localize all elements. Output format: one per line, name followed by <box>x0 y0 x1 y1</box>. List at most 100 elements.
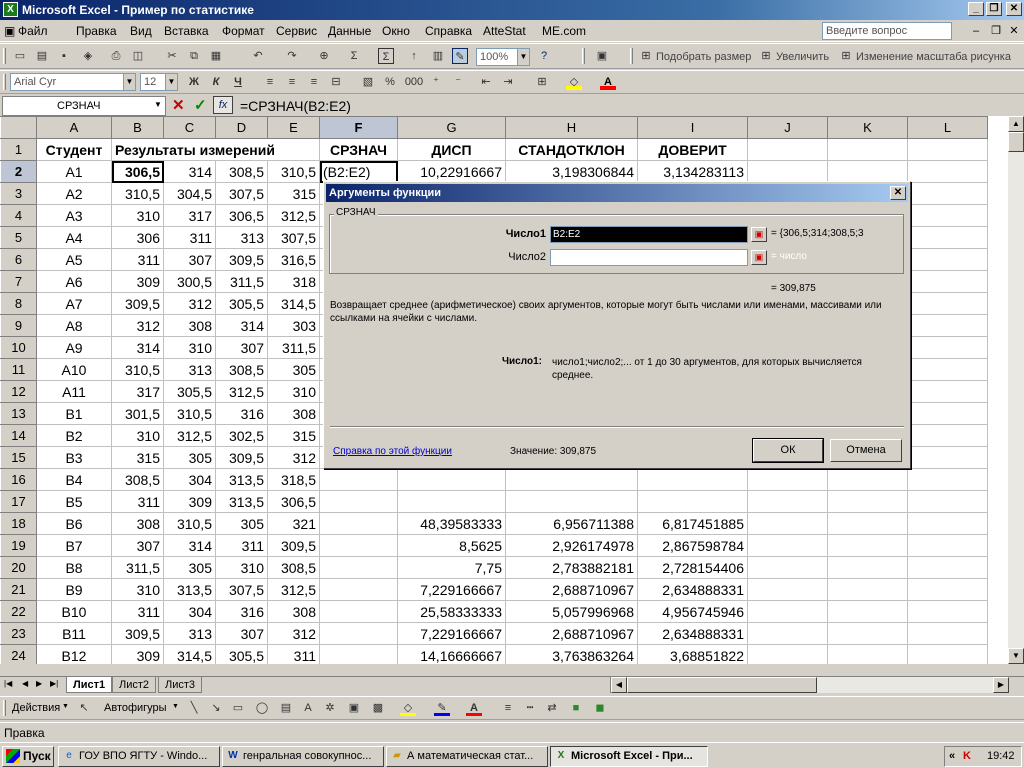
cell[interactable]: A2 <box>36 182 112 205</box>
cell[interactable]: 305,5 <box>215 292 268 315</box>
cut-icon[interactable]: ✂ <box>164 48 180 64</box>
minimize-button[interactable]: _ <box>968 2 984 16</box>
cell[interactable] <box>747 578 828 601</box>
column-header[interactable]: H <box>505 116 638 139</box>
cell[interactable]: 305 <box>267 358 320 381</box>
row-header[interactable]: 18 <box>0 512 37 535</box>
scale-icon[interactable]: ⊞ <box>838 48 854 64</box>
cell[interactable] <box>747 534 828 557</box>
scroll-thumb[interactable] <box>1008 132 1024 152</box>
cell[interactable]: (B2:E2) <box>319 160 398 183</box>
scroll-up-icon[interactable]: ▲ <box>1008 116 1024 132</box>
row-header[interactable]: 19 <box>0 534 37 557</box>
cell[interactable]: A4 <box>36 226 112 249</box>
next-sheet-icon[interactable]: ▶ <box>36 679 42 688</box>
menu-view[interactable]: Вид <box>130 24 152 38</box>
cell[interactable]: 312 <box>267 446 320 469</box>
decrease-decimal-icon[interactable]: ⁻ <box>450 74 466 90</box>
name-box[interactable]: СРЗНАЧ <box>2 96 166 116</box>
cell[interactable]: Результаты измерений <box>111 138 320 161</box>
cell[interactable] <box>827 556 908 579</box>
cell[interactable]: 309,5 <box>111 292 164 315</box>
cell[interactable]: 300,5 <box>163 270 216 293</box>
column-header[interactable]: J <box>747 116 828 139</box>
cell[interactable] <box>319 622 398 645</box>
cell[interactable]: 7,75 <box>397 556 506 579</box>
row-header[interactable]: 5 <box>0 226 37 249</box>
cell[interactable] <box>319 644 398 664</box>
cell[interactable] <box>907 468 988 491</box>
cell[interactable] <box>747 600 828 623</box>
workbook-close-button[interactable]: ✕ <box>1006 23 1022 39</box>
row-header[interactable]: 13 <box>0 402 37 425</box>
column-header[interactable]: G <box>397 116 506 139</box>
redo-icon[interactable]: ↷ <box>284 48 300 64</box>
column-header[interactable]: I <box>637 116 748 139</box>
close-button[interactable]: ✕ <box>1006 2 1022 16</box>
cell[interactable]: 311 <box>111 490 164 513</box>
cell[interactable]: 311,5 <box>111 556 164 579</box>
cell[interactable]: 6,956711388 <box>505 512 638 535</box>
taskbar-item-word[interactable]: W генральная совокупнос... <box>222 746 384 767</box>
cell[interactable]: 311 <box>267 644 320 664</box>
cell[interactable]: 316 <box>215 600 268 623</box>
menu-help[interactable]: Справка <box>425 24 472 38</box>
cell[interactable] <box>505 490 638 513</box>
cell[interactable]: A7 <box>36 292 112 315</box>
cell[interactable]: 310,5 <box>111 358 164 381</box>
picture-icon[interactable]: ▣ <box>594 48 610 64</box>
row-header[interactable]: 20 <box>0 556 37 579</box>
cell[interactable]: 311 <box>163 226 216 249</box>
cell[interactable] <box>827 600 908 623</box>
row-header[interactable]: 6 <box>0 248 37 271</box>
new-icon[interactable]: ▭ <box>12 48 28 64</box>
cell[interactable]: 2,634888331 <box>637 622 748 645</box>
cell[interactable] <box>747 490 828 513</box>
cell[interactable] <box>397 490 506 513</box>
cell[interactable]: 305,5 <box>163 380 216 403</box>
oval-icon[interactable]: ◯ <box>254 700 270 716</box>
zoom-combo[interactable]: 100% ▼ <box>476 48 530 66</box>
cancel-formula-icon[interactable]: ✕ <box>172 96 185 114</box>
cell[interactable] <box>907 226 988 249</box>
permission-icon[interactable]: ◈ <box>80 48 96 64</box>
cell[interactable]: 314,5 <box>267 292 320 315</box>
autoshapes-menu[interactable]: Автофигуры <box>104 702 167 714</box>
toolbar-grip[interactable] <box>630 48 633 64</box>
bold-button[interactable]: Ж <box>186 74 202 90</box>
line-color-icon[interactable]: ✎ <box>434 700 450 716</box>
cell[interactable] <box>637 468 748 491</box>
workbook-minimize-button[interactable]: – <box>968 23 984 39</box>
cell[interactable]: 305,5 <box>215 644 268 664</box>
cell[interactable] <box>827 138 908 161</box>
cell[interactable]: 307 <box>215 622 268 645</box>
workbook-restore-button[interactable]: ❐ <box>988 23 1004 39</box>
cell[interactable]: 307,5 <box>215 578 268 601</box>
cell[interactable]: 314 <box>163 160 216 183</box>
row-header[interactable]: 9 <box>0 314 37 337</box>
cell[interactable]: 14,16666667 <box>397 644 506 664</box>
fill-color-icon[interactable]: ◇ <box>566 74 582 90</box>
cell[interactable]: 314 <box>111 336 164 359</box>
cell[interactable]: 308 <box>267 402 320 425</box>
cell[interactable]: СРЗНАЧ <box>319 138 398 161</box>
cancel-button[interactable]: Отмена <box>830 439 902 462</box>
menu-file[interactable]: Файл <box>18 24 48 38</box>
cell[interactable]: B1 <box>36 402 112 425</box>
align-center-icon[interactable]: ≡ <box>284 74 300 90</box>
arrow-style-icon[interactable]: ⇄ <box>544 700 560 716</box>
cell[interactable] <box>907 270 988 293</box>
cell[interactable]: 321 <box>267 512 320 535</box>
cell[interactable] <box>907 446 988 469</box>
cell[interactable] <box>907 380 988 403</box>
paste-icon[interactable]: ▦ <box>208 48 224 64</box>
cell[interactable] <box>827 160 908 183</box>
row-header[interactable]: 1 <box>0 138 37 161</box>
menu-format[interactable]: Формат <box>222 24 265 38</box>
cell[interactable] <box>319 556 398 579</box>
maximize-button[interactable]: ❐ <box>986 2 1002 16</box>
font-combo[interactable]: Arial Cyr ▼ <box>10 73 136 91</box>
cell[interactable]: 308 <box>163 314 216 337</box>
cell[interactable]: 314 <box>163 534 216 557</box>
cell[interactable]: 310,5 <box>163 512 216 535</box>
